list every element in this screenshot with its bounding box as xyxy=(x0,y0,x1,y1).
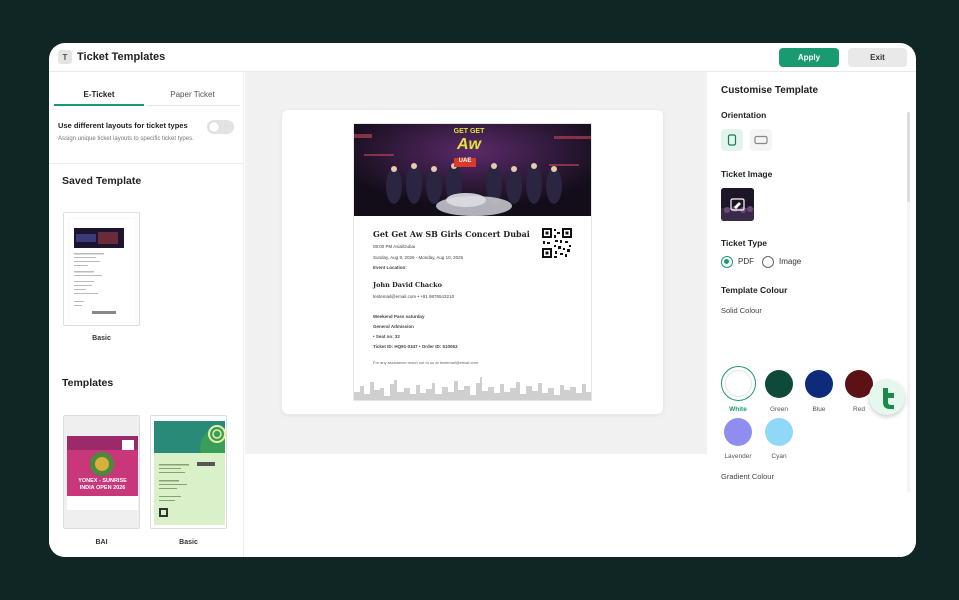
ticket-event-name: Get Get Aw SB Girls Concert Dubai xyxy=(373,229,530,239)
divider xyxy=(49,163,244,164)
help-chat-button[interactable] xyxy=(869,379,905,415)
ticket-admission: General Admission xyxy=(373,324,414,329)
ticket-dates: Sunday, Aug 9, 2026 - Monday, Aug 10, 20… xyxy=(373,255,464,260)
ticket-tabs: E-Ticket Paper Ticket xyxy=(54,84,239,106)
preview-card: GET GET Aw UAE Get Get Aw SB Girls Conce… xyxy=(282,110,663,414)
ticket-footer-note: For any assistance reach out to us at te… xyxy=(373,360,478,365)
saved-template-basic-thumbnail[interactable] xyxy=(63,212,140,326)
page-title: Ticket Templates xyxy=(77,51,166,63)
ticket-contact: testemail@email.com • +91 9876543210 xyxy=(373,294,455,299)
colour-swatch-cyan[interactable] xyxy=(765,418,793,446)
ticket-preview: GET GET Aw UAE Get Get Aw SB Girls Conce… xyxy=(353,123,592,401)
top-bar: T Ticket Templates Apply Exit xyxy=(49,43,916,72)
colour-label-cyan: Cyan xyxy=(771,453,787,460)
template-basic-label: Basic xyxy=(179,539,198,546)
customise-panel: Customise Template Orientation Ticket Im… xyxy=(708,72,916,557)
app-logo-icon: T xyxy=(58,50,72,64)
template-colour-heading: Template Colour xyxy=(721,285,788,295)
ticket-image-heading: Ticket Image xyxy=(721,169,773,179)
apply-button[interactable]: Apply xyxy=(779,48,839,67)
ticket-image-thumbnail[interactable] xyxy=(721,188,754,221)
ticket-pass-name: Weekend Pass saturday xyxy=(373,314,425,319)
ticket-location-label: Event Location: xyxy=(373,265,407,270)
image-radio[interactable] xyxy=(762,256,774,268)
solid-colour-label: Solid Colour xyxy=(721,306,762,315)
ticket-image-graphic xyxy=(721,188,754,221)
ticket-time: 08:00 PM Asia/Dubai xyxy=(373,244,416,249)
preview-area: GET GET Aw UAE Get Get Aw SB Girls Conce… xyxy=(245,72,707,454)
pdf-radio-label: PDF xyxy=(738,257,754,266)
template-bai-label: BAI xyxy=(95,539,108,546)
layout-toggle[interactable] xyxy=(207,120,234,134)
layout-option-title: Use different layouts for ticket types xyxy=(58,121,188,130)
gradient-colour-label: Gradient Colour xyxy=(721,472,774,481)
bai-template-graphic xyxy=(64,416,139,528)
template-basic-thumbnail[interactable] xyxy=(150,415,227,529)
colour-swatch-blue[interactable] xyxy=(805,370,833,398)
tab-e-ticket[interactable]: E-Ticket xyxy=(54,84,144,106)
city-skyline-graphic xyxy=(354,377,591,400)
panel-scrollbar-thumb[interactable] xyxy=(907,112,910,202)
ticket-type-heading: Ticket Type xyxy=(721,238,767,248)
image-radio-label: Image xyxy=(779,257,802,266)
orientation-heading: Orientation xyxy=(721,110,767,120)
toggle-knob xyxy=(209,122,219,132)
colour-swatch-green[interactable] xyxy=(765,370,793,398)
exit-button[interactable]: Exit xyxy=(848,48,907,67)
colour-label-green: Green xyxy=(769,406,789,413)
banner-badge: UAE xyxy=(458,158,472,164)
saved-template-heading: Saved Template xyxy=(62,175,142,187)
ticket-banner-image: GET GET Aw UAE xyxy=(354,124,591,216)
banner-title-top: GET GET xyxy=(453,128,485,135)
ticket-seat: • Seat no: 32 xyxy=(373,334,400,339)
saved-template-basic-label: Basic xyxy=(92,335,111,342)
colour-label-blue: Blue xyxy=(812,406,826,413)
layout-option-description: Assign unique ticket layouts to specific… xyxy=(58,136,194,142)
portrait-icon xyxy=(727,134,737,146)
tab-paper-ticket[interactable]: Paper Ticket xyxy=(146,84,239,106)
templates-heading: Templates xyxy=(62,377,114,389)
portrait-orientation-button[interactable] xyxy=(721,129,743,151)
bai-title-line2: INDIA OPEN 2026 xyxy=(79,485,126,491)
colour-swatch-lavender[interactable] xyxy=(724,418,752,446)
pdf-radio[interactable] xyxy=(721,256,733,268)
banner-title-main: Aw xyxy=(457,136,481,153)
basic-template-graphic xyxy=(151,416,226,528)
left-panel: E-Ticket Paper Ticket Use different layo… xyxy=(49,72,244,557)
colour-swatch-white[interactable] xyxy=(721,366,756,401)
template-bai-thumbnail[interactable]: YONEX - SUNRISE INDIA OPEN 2026 xyxy=(63,415,140,529)
landscape-icon xyxy=(754,135,768,145)
brand-t-icon xyxy=(883,388,894,409)
ticket-type-options: PDF Image xyxy=(721,256,901,268)
landscape-orientation-button[interactable] xyxy=(750,129,772,151)
ticket-ids: Ticket ID: HQ91-0347 • Order ID: 510063 xyxy=(373,344,458,349)
bai-title-line1: YONEX - SUNRISE xyxy=(78,478,127,484)
app-window: T Ticket Templates Apply Exit E-Ticket P… xyxy=(49,43,916,557)
colour-label-white: White xyxy=(729,406,747,413)
ticket-attendee-name: John David Chacko xyxy=(373,281,442,289)
colour-label-lavender: Lavender xyxy=(724,453,752,460)
ticket-thumbnail-graphic xyxy=(68,217,137,323)
customise-heading: Customise Template xyxy=(721,85,819,96)
qr-code-icon xyxy=(541,227,573,259)
